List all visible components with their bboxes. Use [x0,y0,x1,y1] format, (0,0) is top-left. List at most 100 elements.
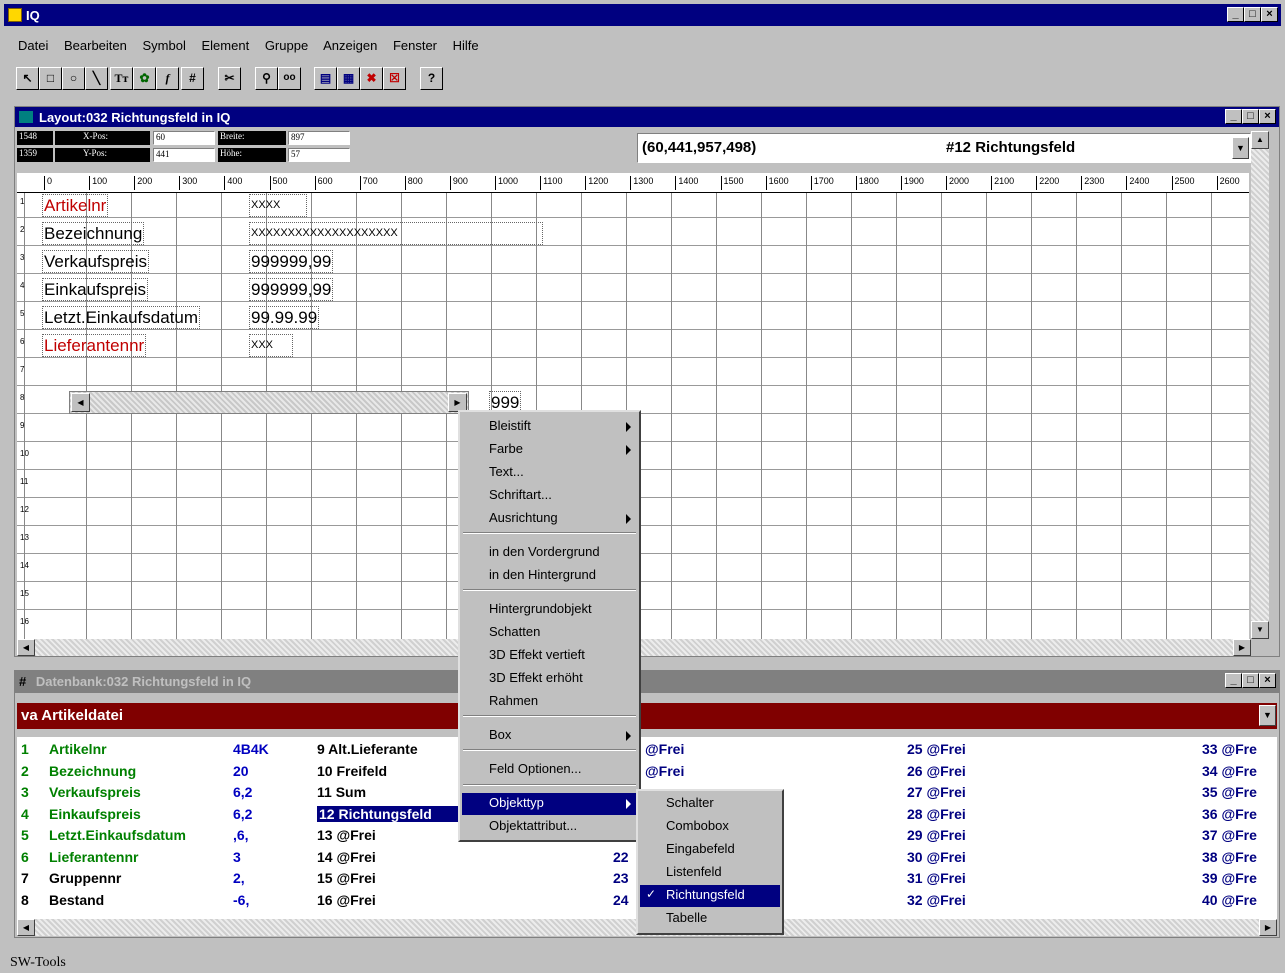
field-item[interactable]: 9 Alt.Lieferante [317,741,418,757]
menu-fenster[interactable]: Fenster [393,38,437,53]
value-letzt-einkaufsdatum[interactable]: 99.99.99 [249,306,320,329]
field-item[interactable]: 16 @Frei [317,892,376,908]
close-button[interactable]: × [1261,7,1278,22]
field-item[interactable]: 39 @Fre [1202,870,1257,886]
label-letzt-einkaufsdatum[interactable]: Letzt.Einkaufsdatum [42,306,201,329]
db-close-button[interactable]: × [1259,673,1276,688]
table-dropdown-icon[interactable]: ▼ [1259,705,1276,726]
field-name[interactable]: Bezeichnung [49,763,136,779]
field-item[interactable]: 33 @Fre [1202,741,1257,757]
menu-item-objekttyp[interactable]: Objekttyp [489,795,544,810]
label-verkaufspreis[interactable]: Verkaufspreis [42,250,149,273]
label-bezeichnung[interactable]: Bezeichnung [42,222,145,245]
field-item[interactable]: 26 @Frei [907,763,966,779]
field-item[interactable]: 22 [613,849,629,865]
db-minimize-button[interactable]: _ [1225,673,1242,688]
field-item[interactable]: @Frei [645,741,684,757]
menu-item-schatten[interactable]: Schatten [489,624,540,639]
xpos-field[interactable]: 60 [153,131,215,145]
menu-item-schriftart[interactable]: Schriftart... [489,487,552,502]
menu-item-text[interactable]: Text... [489,464,524,479]
scroll-up-icon[interactable]: ▲ [1251,131,1269,149]
window-cascade-icon[interactable]: ▦ [337,67,360,90]
field-item-selected[interactable]: 12 Richtungsfeld [317,805,459,822]
field-item[interactable]: 13 @Frei [317,827,376,843]
field-name[interactable]: Verkaufspreis [49,784,141,800]
line-tool-icon[interactable]: ╲ [85,67,108,90]
menu-item-feld-optionen[interactable]: Feld Optionen... [489,761,582,776]
field-item[interactable]: 34 @Fre [1202,763,1257,779]
label-artikelnr[interactable]: Artikelnr [42,194,109,217]
field-item[interactable]: 24 [613,892,629,908]
field-item[interactable]: 25 @Frei [907,741,966,757]
field-item[interactable]: 40 @Fre [1202,892,1257,908]
submenu-item-combobox[interactable]: Combobox [666,818,729,833]
menu-gruppe[interactable]: Gruppe [265,38,308,53]
breite-field[interactable]: 897 [288,131,350,145]
zoom-icon[interactable]: ⚲ [255,67,278,90]
cut-icon[interactable]: ✂ [218,67,241,90]
field-item[interactable]: 14 @Frei [317,849,376,865]
text-tool-icon[interactable]: Tт [110,67,133,90]
layout-close-button[interactable]: × [1259,109,1276,124]
close-all-icon[interactable]: ☒ [383,67,406,90]
hoehe-field[interactable]: 57 [288,148,350,162]
menu-item-3d-vertieft[interactable]: 3D Effekt vertieft [489,647,585,662]
field-item[interactable]: 35 @Fre [1202,784,1257,800]
submenu-item-eingabefeld[interactable]: Eingabefeld [666,841,735,856]
field-name[interactable]: Bestand [49,892,104,908]
menu-symbol[interactable]: Symbol [143,38,186,53]
dropdown-arrow-icon[interactable]: ▼ [1232,137,1249,159]
value-verkaufspreis[interactable]: 999999,99 [249,250,334,273]
window-tile-icon[interactable]: ▤ [314,67,337,90]
formula-tool-icon[interactable]: f [156,67,179,90]
field-item[interactable]: 38 @Fre [1202,849,1257,865]
field-item[interactable]: 30 @Frei [907,849,966,865]
submenu-item-richtungsfeld[interactable]: Richtungsfeld [666,887,745,902]
pointer-tool-icon[interactable]: ↖ [16,67,39,90]
value-einkaufspreis[interactable]: 999999,99 [249,278,334,301]
submenu-item-tabelle[interactable]: Tabelle [666,910,707,925]
field-tool-icon[interactable]: # [181,67,204,90]
menu-item-box[interactable]: Box [489,727,511,742]
layout-vscrollbar[interactable]: ▲ ▼ [1251,131,1269,639]
field-item[interactable]: 10 Freifeld [317,763,387,779]
field-name[interactable]: Lieferantennr [49,849,138,865]
scroll-down-icon[interactable]: ▼ [1251,621,1269,639]
menu-item-objektattribut[interactable]: Objektattribut... [489,818,577,833]
menu-item-ausrichtung[interactable]: Ausrichtung [489,510,558,525]
richtungsfeld-element[interactable]: ◀ ▶ [69,391,469,414]
menu-anzeigen[interactable]: Anzeigen [323,38,377,53]
field-item[interactable]: 32 @Frei [907,892,966,908]
field-item[interactable]: 36 @Fre [1202,806,1257,822]
menu-element[interactable]: Element [201,38,249,53]
glasses-icon[interactable]: oo [278,67,301,90]
field-item[interactable]: 29 @Frei [907,827,966,843]
value-artikelnr[interactable]: XXXX [249,194,307,217]
field-item[interactable]: 31 @Frei [907,870,966,886]
help-icon[interactable]: ? [420,67,443,90]
menu-item-bleistift[interactable]: Bleistift [489,418,531,433]
scroll-left-icon[interactable]: ◀ [71,393,90,412]
value-lieferantennr[interactable]: XXX [249,334,293,357]
menu-bearbeiten[interactable]: Bearbeiten [64,38,127,53]
db-scroll-right-icon[interactable]: ▶ [1259,919,1277,936]
menu-item-farbe[interactable]: Farbe [489,441,523,456]
field-name[interactable]: Artikelnr [49,741,107,757]
maximize-button[interactable]: □ [1244,7,1261,22]
rectangle-tool-icon[interactable]: □ [39,67,62,90]
db-maximize-button[interactable]: □ [1242,673,1259,688]
field-item[interactable]: 37 @Fre [1202,827,1257,843]
menu-item-3d-erhoeht[interactable]: 3D Effekt erhöht [489,670,583,685]
label-lieferantennr[interactable]: Lieferantennr [42,334,147,357]
menu-item-rahmen[interactable]: Rahmen [489,693,538,708]
menu-hilfe[interactable]: Hilfe [453,38,479,53]
field-item[interactable]: 27 @Frei [907,784,966,800]
minimize-button[interactable]: _ [1227,7,1244,22]
menu-item-hintergrund[interactable]: in den Hintergrund [489,567,596,582]
db-scroll-left-icon[interactable]: ◀ [17,919,35,936]
field-name[interactable]: Gruppennr [49,870,121,886]
submenu-item-schalter[interactable]: Schalter [666,795,714,810]
hscroll-right-icon[interactable]: ▶ [1233,639,1251,656]
field-item[interactable]: 23 [613,870,629,886]
